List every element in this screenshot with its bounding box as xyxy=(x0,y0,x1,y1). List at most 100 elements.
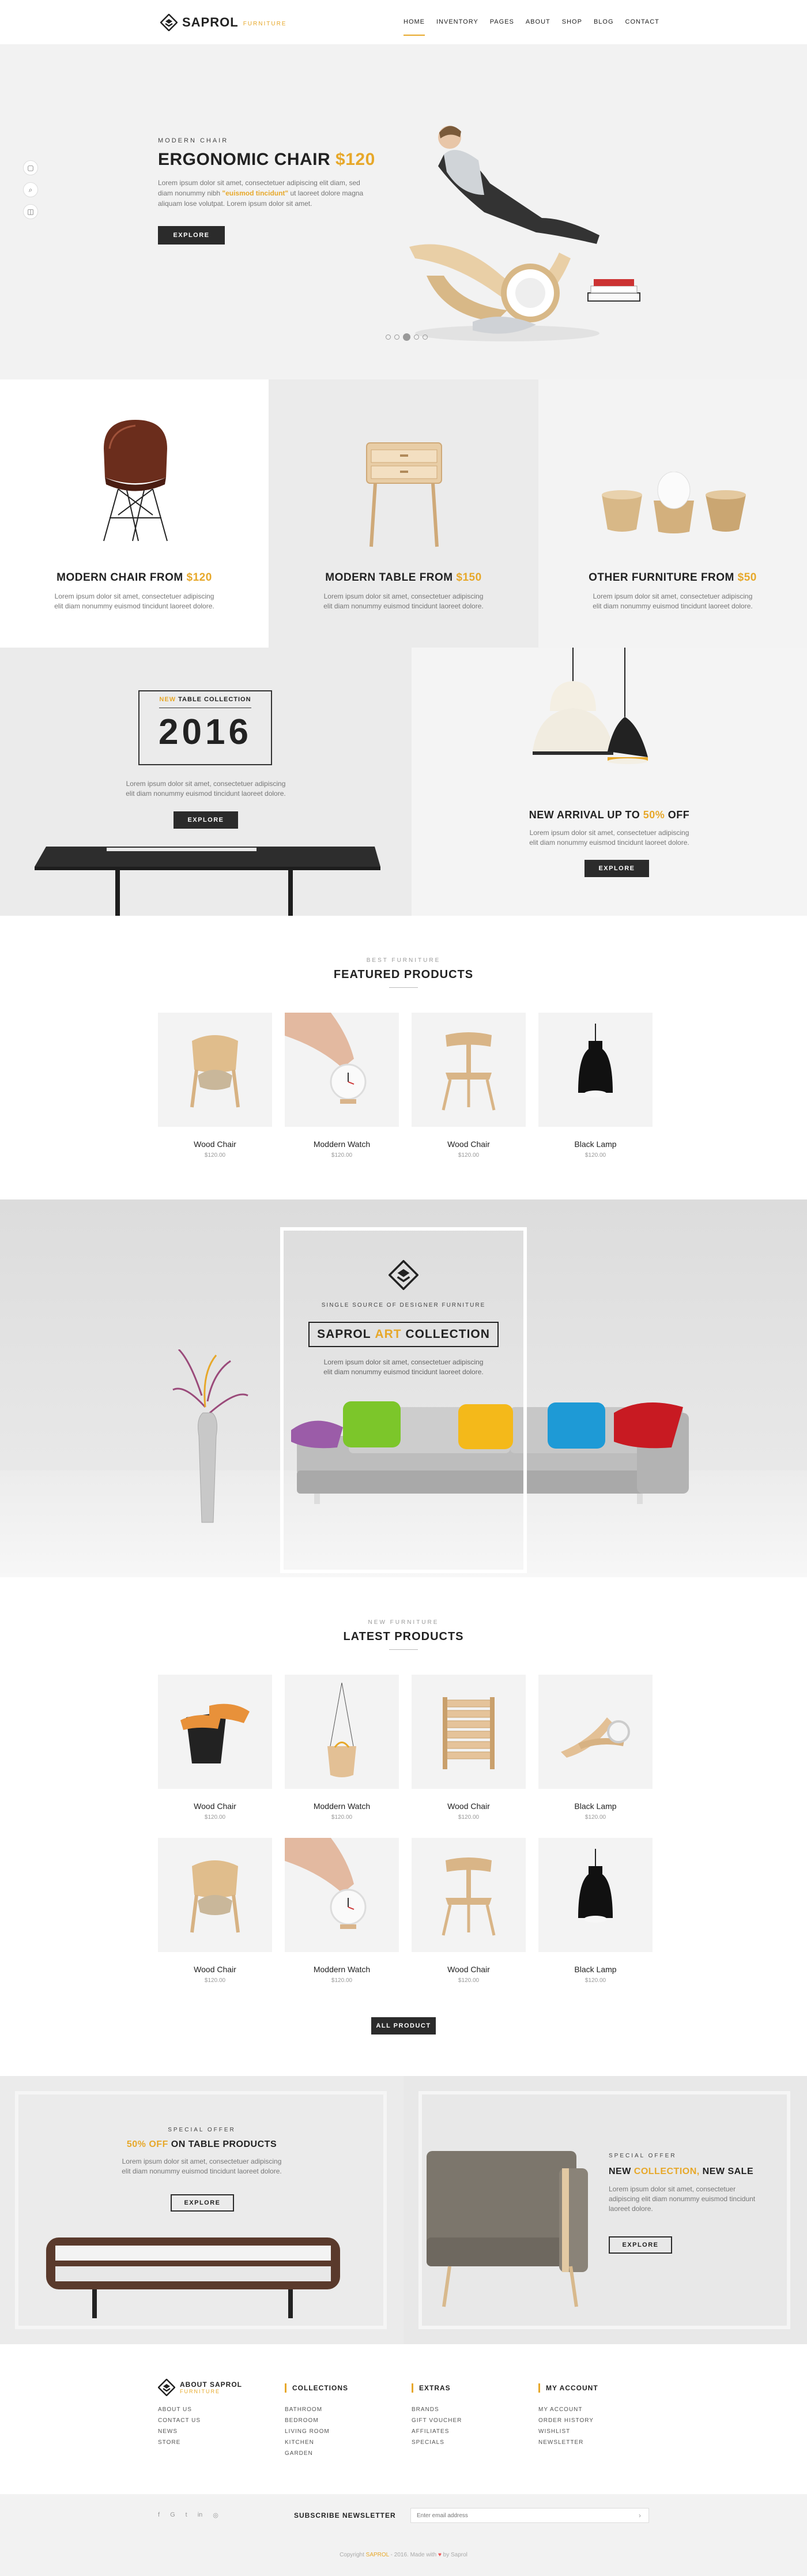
offer-explore-button[interactable]: EXPLORE xyxy=(171,2194,234,2212)
product-name[interactable]: Black Lamp xyxy=(538,1802,653,1811)
footer-link[interactable]: GIFT VOUCHER xyxy=(412,2417,462,2424)
product-name[interactable]: Moddern Watch xyxy=(285,1965,399,1974)
footer-link[interactable]: SPECIALS xyxy=(412,2439,462,2446)
slider-dot-active[interactable] xyxy=(403,333,410,341)
footer-link[interactable]: BEDROOM xyxy=(285,2417,348,2424)
cart-icon[interactable]: ▢ xyxy=(23,160,38,175)
nav-blog[interactable]: BLOG xyxy=(594,18,614,36)
product-name[interactable]: Wood Chair xyxy=(412,1140,526,1149)
product-image[interactable] xyxy=(285,1838,399,1952)
product-card[interactable]: Wood Chair $120.00 xyxy=(412,1675,526,1821)
product-image[interactable] xyxy=(412,1675,526,1789)
wood-chair-icon xyxy=(442,1032,496,1111)
footer-link[interactable]: NEWS xyxy=(158,2428,242,2435)
category-title-text: MODERN TABLE FROM xyxy=(325,571,453,584)
product-name[interactable]: Wood Chair xyxy=(412,1802,526,1811)
product-card[interactable]: Wood Chair $120.00 xyxy=(412,1838,526,1984)
product-name[interactable]: Black Lamp xyxy=(538,1965,653,1974)
footer-link[interactable]: AFFILIATES xyxy=(412,2428,462,2435)
product-name[interactable]: Moddern Watch xyxy=(285,1140,399,1149)
footer-link[interactable]: WISHLIST xyxy=(538,2428,598,2435)
category-tile-tables[interactable]: MODERN TABLE FROM $150 Lorem ipsum dolor… xyxy=(269,379,538,648)
nav-shop[interactable]: SHOP xyxy=(562,18,582,36)
category-tile-other[interactable]: OTHER FURNITURE FROM $50 Lorem ipsum dol… xyxy=(538,379,807,648)
footer-link[interactable]: ABOUT US xyxy=(158,2406,242,2413)
product-card[interactable]: Moddern Watch $120.00 xyxy=(285,1675,399,1821)
footer-link[interactable]: ORDER HISTORY xyxy=(538,2417,598,2424)
linkedin-icon[interactable]: in xyxy=(198,2511,203,2519)
product-name[interactable]: Wood Chair xyxy=(158,1802,272,1811)
product-name[interactable]: Wood Chair xyxy=(158,1965,272,1974)
product-name[interactable]: Wood Chair xyxy=(412,1965,526,1974)
stool-icon xyxy=(180,1703,250,1763)
product-name[interactable]: Black Lamp xyxy=(538,1140,653,1149)
product-image[interactable] xyxy=(412,1838,526,1952)
nav-contact[interactable]: CONTACT xyxy=(625,18,659,36)
slider-dot[interactable] xyxy=(394,334,399,340)
slider-dot[interactable] xyxy=(414,334,419,340)
footer-link[interactable]: LIVING ROOM xyxy=(285,2428,348,2435)
product-card[interactable]: Moddern Watch $120.00 xyxy=(285,1838,399,1984)
footer-link[interactable]: KITCHEN xyxy=(285,2439,348,2446)
nav-home[interactable]: HOME xyxy=(404,18,425,36)
product-image[interactable] xyxy=(538,1675,653,1789)
arrival-explore-button[interactable]: EXPLORE xyxy=(584,860,649,877)
product-card[interactable]: Wood Chair $120.00 xyxy=(412,1013,526,1159)
footer-link[interactable]: BRANDS xyxy=(412,2406,462,2413)
footer-link[interactable]: NEWSLETTER xyxy=(538,2439,598,2446)
product-image[interactable] xyxy=(538,1838,653,1952)
product-image[interactable] xyxy=(158,1838,272,1952)
product-image[interactable] xyxy=(158,1013,272,1127)
logo[interactable]: SAPROL FURNITURE xyxy=(159,13,286,32)
product-price: $120.00 xyxy=(584,1977,606,1984)
table-collection-banner: NEW TABLE COLLECTION 2016 Lorem ipsum do… xyxy=(0,648,412,916)
hero-explore-button[interactable]: EXPLORE xyxy=(158,226,225,245)
nav-pages[interactable]: PAGES xyxy=(490,18,514,36)
featured-header: BEST FURNITURE FEATURED PRODUCTS xyxy=(0,957,807,988)
product-image[interactable] xyxy=(412,1013,526,1127)
twitter-icon[interactable]: t xyxy=(186,2511,187,2519)
collection-box: NEW TABLE COLLECTION 2016 xyxy=(138,690,272,765)
product-card[interactable]: Wood Chair $120.00 xyxy=(158,1675,272,1821)
footer-link[interactable]: MY ACCOUNT xyxy=(538,2406,598,2413)
all-product-button[interactable]: ALL PRODUCT xyxy=(371,2017,436,2035)
product-name[interactable]: Wood Chair xyxy=(158,1140,272,1149)
bag-icon[interactable]: ◫ xyxy=(23,204,38,219)
vase-image xyxy=(172,1349,248,1523)
copyright-brand[interactable]: SAPROL xyxy=(366,2552,389,2558)
collection-explore-button[interactable]: EXPLORE xyxy=(174,811,238,829)
product-card[interactable]: Black Lamp $120.00 xyxy=(538,1013,653,1159)
product-image[interactable] xyxy=(538,1013,653,1127)
dribbble-icon[interactable]: ◎ xyxy=(213,2511,218,2519)
product-card[interactable]: Wood Chair $120.00 xyxy=(158,1013,272,1159)
footer-link[interactable]: CONTACT US xyxy=(158,2417,242,2424)
category-tile-chairs[interactable]: MODERN CHAIR FROM $120 Lorem ipsum dolor… xyxy=(0,379,269,648)
product-price: $120.00 xyxy=(584,1152,606,1159)
category-title-text: OTHER FURNITURE FROM xyxy=(589,571,734,584)
send-icon[interactable]: › xyxy=(639,2511,641,2519)
product-card[interactable]: Black Lamp $120.00 xyxy=(538,1675,653,1821)
nav-inventory[interactable]: INVENTORY xyxy=(436,18,478,36)
google-icon[interactable]: G xyxy=(170,2511,175,2519)
featured-grid: Wood Chair $120.00 Moddern Watch $120.00… xyxy=(158,1013,653,1159)
armchair-image xyxy=(427,2151,588,2307)
search-icon[interactable]: ⌕ xyxy=(23,182,38,197)
footer-collections-title: COLLECTIONS xyxy=(285,2383,348,2393)
slider-dot[interactable] xyxy=(386,334,391,340)
nav-about[interactable]: ABOUT xyxy=(526,18,550,36)
footer-link[interactable]: BATHROOM xyxy=(285,2406,348,2413)
product-image[interactable] xyxy=(158,1675,272,1789)
product-name[interactable]: Moddern Watch xyxy=(285,1802,399,1811)
product-card[interactable]: Wood Chair $120.00 xyxy=(158,1838,272,1984)
collection-desc: Lorem ipsum dolor sit amet, consectetuer… xyxy=(126,780,286,798)
facebook-icon[interactable]: f xyxy=(158,2511,160,2519)
slider-dot[interactable] xyxy=(423,334,428,340)
product-image[interactable] xyxy=(285,1013,399,1127)
product-card[interactable]: Black Lamp $120.00 xyxy=(538,1838,653,1984)
product-card[interactable]: Moddern Watch $120.00 xyxy=(285,1013,399,1159)
sale-explore-button[interactable]: EXPLORE xyxy=(609,2236,672,2254)
footer-link[interactable]: STORE xyxy=(158,2439,242,2446)
footer-link[interactable]: GARDEN xyxy=(285,2450,348,2457)
product-image[interactable] xyxy=(285,1675,399,1789)
newsletter-email-input[interactable] xyxy=(410,2508,649,2523)
